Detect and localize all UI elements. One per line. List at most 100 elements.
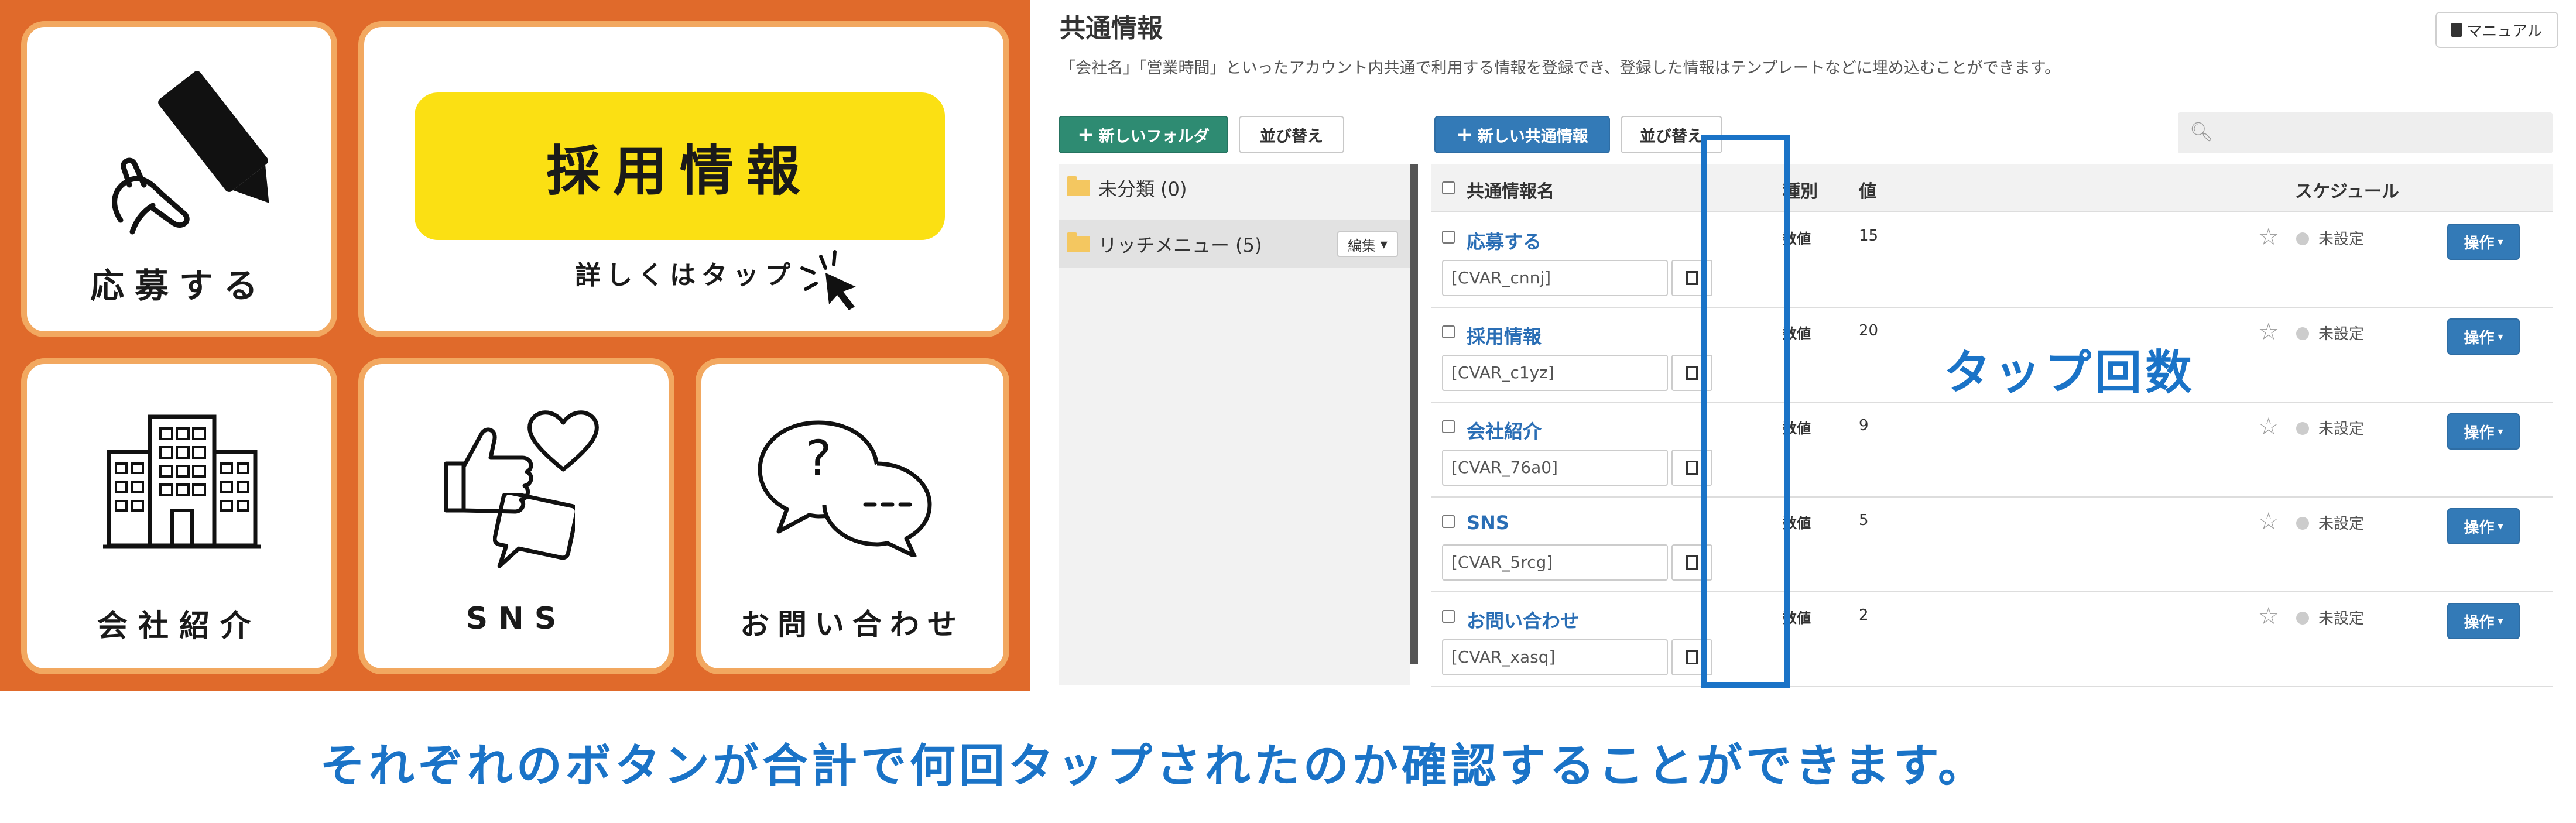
col-name: 共通情報名: [1467, 181, 1554, 202]
copy-icon: [1682, 458, 1698, 475]
folder-edit-button[interactable]: 編集 ▾: [1337, 231, 1398, 257]
row-action-button[interactable]: 操作 ▾: [2447, 413, 2520, 450]
star-icon[interactable]: ☆: [2258, 318, 2279, 345]
table-row: お問い合わせ [CVAR_xasq] 数値 2 ☆ 未設定 操作 ▾: [1431, 592, 2553, 687]
status-dot-icon: [2296, 232, 2309, 245]
row-value: 5: [1859, 512, 1869, 529]
row-name-link[interactable]: 会社紹介: [1467, 417, 1542, 444]
col-schedule: スケジュール: [2295, 181, 2399, 202]
recruit-tap-note: 詳しくはタップ: [575, 260, 796, 290]
question-mark: ?: [806, 430, 832, 487]
apply-tile[interactable]: 応募する: [21, 21, 337, 337]
new-common-info-button[interactable]: + 新しい共通情報: [1434, 116, 1610, 153]
row-schedule: 未設定: [2318, 325, 2365, 343]
select-all-checkbox[interactable]: [1442, 181, 1455, 194]
copy-icon: [1682, 647, 1698, 665]
copy-icon: [1682, 363, 1698, 380]
recruit-tile[interactable]: 採用情報 詳しくはタップ: [358, 21, 1009, 337]
row-variable-field[interactable]: [CVAR_5rcg]: [1442, 544, 1668, 581]
folder-edit-label: 編集: [1348, 237, 1376, 254]
sns-label: SNS: [465, 601, 567, 636]
company-tile[interactable]: 会社紹介: [21, 358, 337, 674]
table-row: 会社紹介 [CVAR_76a0] 数値 9 ☆ 未設定 操作 ▾: [1431, 403, 2553, 498]
search-input[interactable]: 🔍︎: [2178, 112, 2553, 153]
folder-pane: 未分類 (0) リッチメニュー (5) 編集 ▾: [1059, 164, 1410, 685]
table-header: 共通情報名 種別 値 スケジュール: [1431, 164, 2553, 212]
row-action-label: 操作: [2464, 613, 2495, 632]
row-schedule: 未設定: [2318, 610, 2365, 627]
row-checkbox[interactable]: [1442, 325, 1455, 338]
tap-count-annotation: タップ回数: [1944, 345, 2195, 400]
row-checkbox[interactable]: [1442, 420, 1455, 433]
star-icon[interactable]: ☆: [2258, 603, 2279, 630]
row-variable-field[interactable]: [CVAR_c1yz]: [1442, 355, 1668, 391]
item-sort-label: 並び替え: [1640, 127, 1703, 146]
new-common-info-label: 新しい共通情報: [1477, 127, 1588, 146]
status-dot-icon: [2296, 327, 2309, 340]
row-checkbox[interactable]: [1442, 610, 1455, 623]
row-name-link[interactable]: お問い合わせ: [1467, 606, 1579, 633]
folder-sort-button[interactable]: 並び替え: [1239, 116, 1344, 153]
question-chat-icon: [758, 420, 932, 557]
status-dot-icon: [2296, 422, 2309, 435]
caret-down-icon: ▾: [2498, 615, 2503, 627]
star-icon[interactable]: ☆: [2258, 224, 2279, 251]
building-icon: [103, 414, 261, 549]
row-checkbox[interactable]: [1442, 515, 1455, 528]
status-dot-icon: [2296, 612, 2309, 625]
pen-writing-icon: [112, 71, 269, 235]
manual-button[interactable]: マニュアル: [2435, 12, 2558, 48]
copy-icon: [1682, 268, 1698, 286]
manual-button-label: マニュアル: [2467, 22, 2543, 40]
row-action-label: 操作: [2464, 234, 2495, 252]
folder-label: 未分類 (0): [1098, 178, 1187, 200]
status-dot-icon: [2296, 517, 2309, 530]
row-action-button[interactable]: 操作 ▾: [2447, 508, 2520, 544]
search-icon: 🔍︎: [2190, 121, 2214, 143]
caret-down-icon: ▾: [2498, 520, 2503, 533]
row-name-link[interactable]: 採用情報: [1467, 322, 1542, 349]
row-action-button[interactable]: 操作 ▾: [2447, 603, 2520, 639]
plus-icon: +: [1077, 123, 1094, 146]
folder-rich-menu[interactable]: リッチメニュー (5) 編集 ▾: [1059, 220, 1410, 268]
table-row: 応募する [CVAR_cnnj] 数値 15 ☆ 未設定 操作 ▾: [1431, 213, 2553, 308]
pane-divider[interactable]: [1410, 164, 1418, 664]
row-value: 9: [1859, 417, 1869, 434]
copy-icon: [1682, 553, 1698, 570]
star-icon[interactable]: ☆: [2258, 508, 2279, 535]
row-name-link[interactable]: 応募する: [1467, 227, 1542, 254]
sns-tile[interactable]: SNS: [358, 358, 674, 674]
row-name-link[interactable]: SNS: [1467, 512, 1509, 534]
folder-icon: [1067, 176, 1090, 196]
inquiry-tile[interactable]: ? お問い合わせ: [696, 358, 1009, 674]
page-description: 「会社名」「営業時間」といったアカウント内共通で利用する情報を登録でき、登録した…: [1060, 59, 2061, 77]
star-icon[interactable]: ☆: [2258, 413, 2279, 440]
row-variable-field[interactable]: [CVAR_76a0]: [1442, 450, 1668, 486]
company-label: 会社紹介: [97, 609, 261, 644]
row-action-button[interactable]: 操作 ▾: [2447, 224, 2520, 260]
row-value: 2: [1859, 606, 1869, 624]
row-action-button[interactable]: 操作 ▾: [2447, 318, 2520, 355]
row-value: 15: [1859, 227, 1879, 245]
plus-icon: +: [1456, 123, 1473, 146]
value-column-highlight: [1701, 135, 1790, 688]
folder-label: リッチメニュー (5): [1098, 234, 1262, 256]
new-folder-button[interactable]: + 新しいフォルダ: [1059, 116, 1228, 153]
row-variable-field[interactable]: [CVAR_cnnj]: [1442, 260, 1668, 296]
folder-uncategorized[interactable]: 未分類 (0): [1059, 164, 1410, 212]
inquiry-label: お問い合わせ: [740, 608, 965, 642]
caption: それぞれのボタンが合計で何回タップされたのか確認することができます。: [319, 740, 1988, 793]
recruit-button[interactable]: 採用情報: [415, 92, 945, 240]
table-row: SNS [CVAR_5rcg] 数値 5 ☆ 未設定 操作 ▾: [1431, 498, 2553, 592]
new-folder-label: 新しいフォルダ: [1098, 127, 1210, 146]
row-checkbox[interactable]: [1442, 231, 1455, 244]
apply-label: 応募する: [90, 266, 268, 306]
row-schedule: 未設定: [2318, 420, 2365, 438]
row-variable-field[interactable]: [CVAR_xasq]: [1442, 639, 1668, 675]
caret-down-icon: ▾: [2498, 330, 2503, 343]
row-action-label: 操作: [2464, 329, 2495, 347]
row-schedule: 未設定: [2318, 515, 2365, 533]
folder-sort-label: 並び替え: [1260, 127, 1323, 146]
row-action-label: 操作: [2464, 424, 2495, 442]
caret-down-icon: ▾: [2498, 235, 2503, 248]
